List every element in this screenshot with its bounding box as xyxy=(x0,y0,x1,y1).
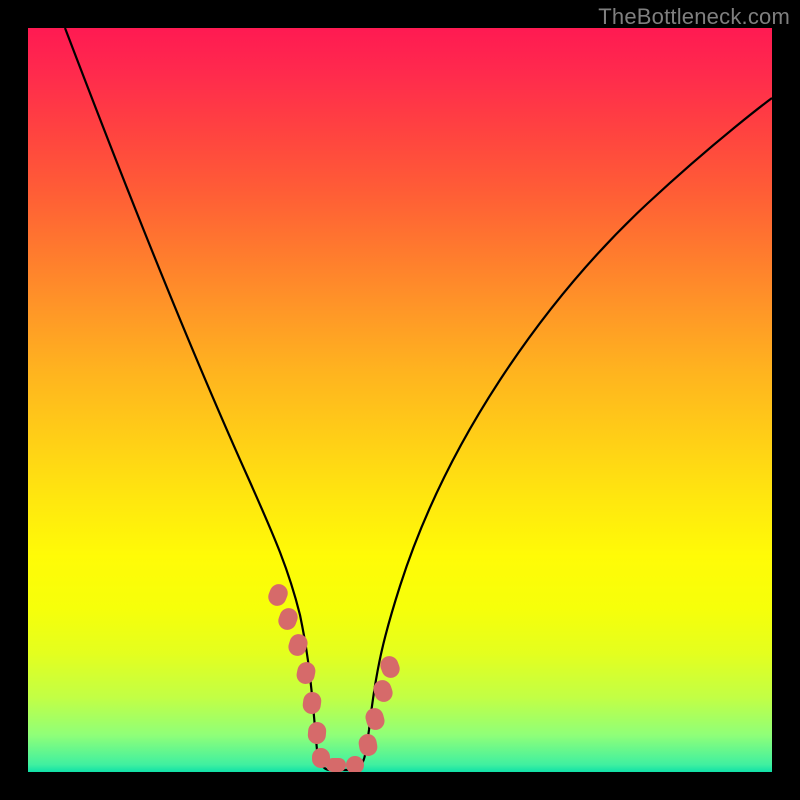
plot-area xyxy=(28,28,772,772)
curve-layer xyxy=(28,28,772,772)
marker-group xyxy=(266,581,403,772)
watermark-text: TheBottleneck.com xyxy=(598,4,790,30)
bottleneck-curve xyxy=(65,28,772,770)
chart-frame: TheBottleneck.com xyxy=(0,0,800,800)
